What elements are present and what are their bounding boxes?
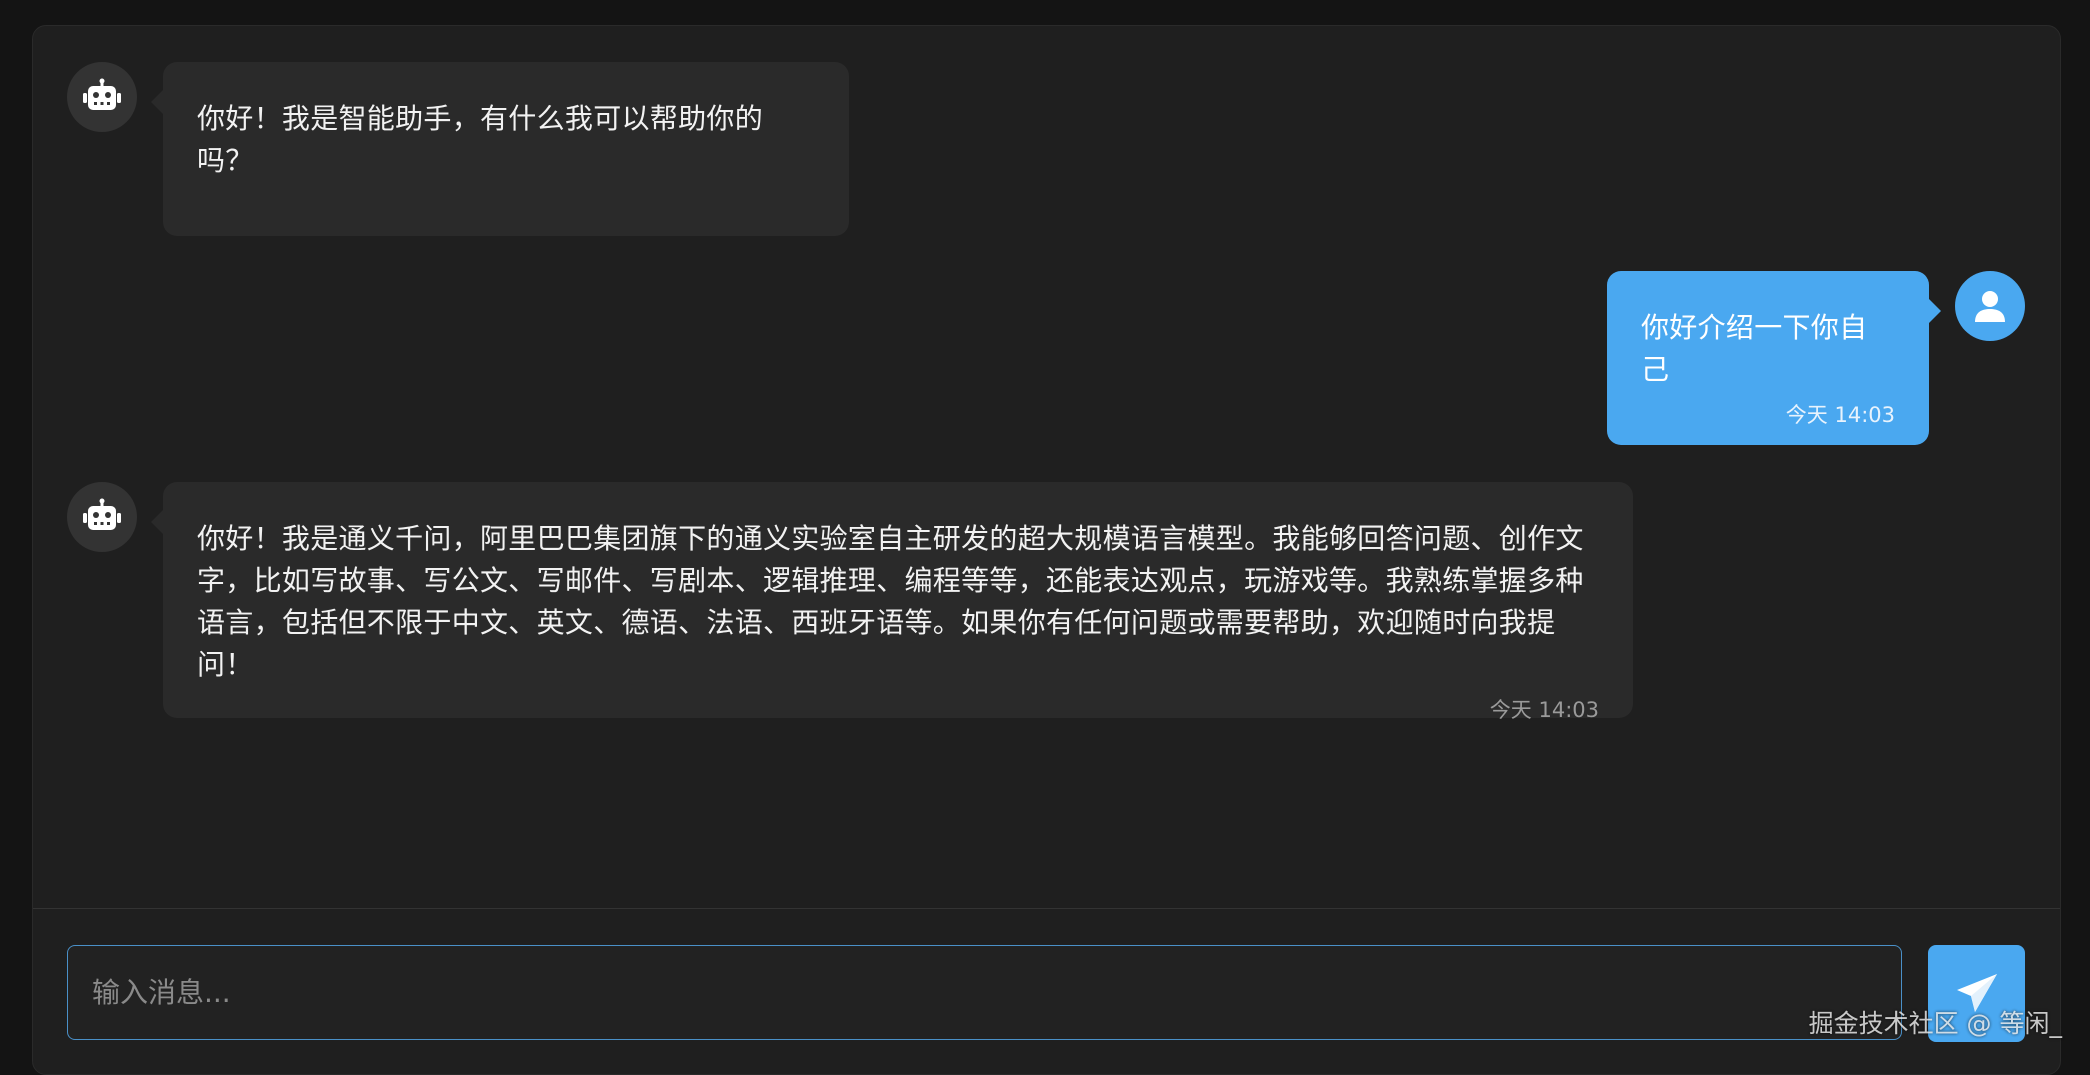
message-timestamp: 今天 14:03 — [197, 694, 1599, 724]
robot-icon — [82, 497, 122, 537]
watermark: 掘金技术社区 @ 等闲_ — [1809, 1004, 2062, 1040]
message-bubble: 你好介绍一下你自己 今天 14:03 — [1607, 271, 1929, 445]
message-text: 你好！我是智能助手，有什么我可以帮助你的吗？ — [197, 98, 815, 182]
message-list[interactable]: 你好！我是智能助手，有什么我可以帮助你的吗？ 你好介绍一下你自己 今天 14:0… — [33, 26, 2060, 908]
message-bubble: 你好！我是智能助手，有什么我可以帮助你的吗？ — [163, 62, 849, 236]
composer — [33, 908, 2060, 1075]
user-avatar — [1955, 271, 2025, 341]
bubble-tail — [1929, 299, 1941, 323]
message-input[interactable] — [67, 945, 1902, 1040]
bot-avatar — [67, 482, 137, 552]
message-timestamp: 今天 14:03 — [1641, 399, 1895, 429]
bot-avatar — [67, 62, 137, 132]
user-icon — [1973, 289, 2007, 323]
bubble-tail — [151, 90, 163, 114]
robot-icon — [82, 77, 122, 117]
message-text: 你好介绍一下你自己 — [1641, 307, 1895, 391]
chat-window: 你好！我是智能助手，有什么我可以帮助你的吗？ 你好介绍一下你自己 今天 14:0… — [32, 25, 2061, 1075]
bubble-tail — [151, 510, 163, 534]
message-bubble: 你好！我是通义千问，阿里巴巴集团旗下的通义实验室自主研发的超大规模语言模型。我能… — [163, 482, 1633, 718]
message-text: 你好！我是通义千问，阿里巴巴集团旗下的通义实验室自主研发的超大规模语言模型。我能… — [197, 518, 1599, 686]
